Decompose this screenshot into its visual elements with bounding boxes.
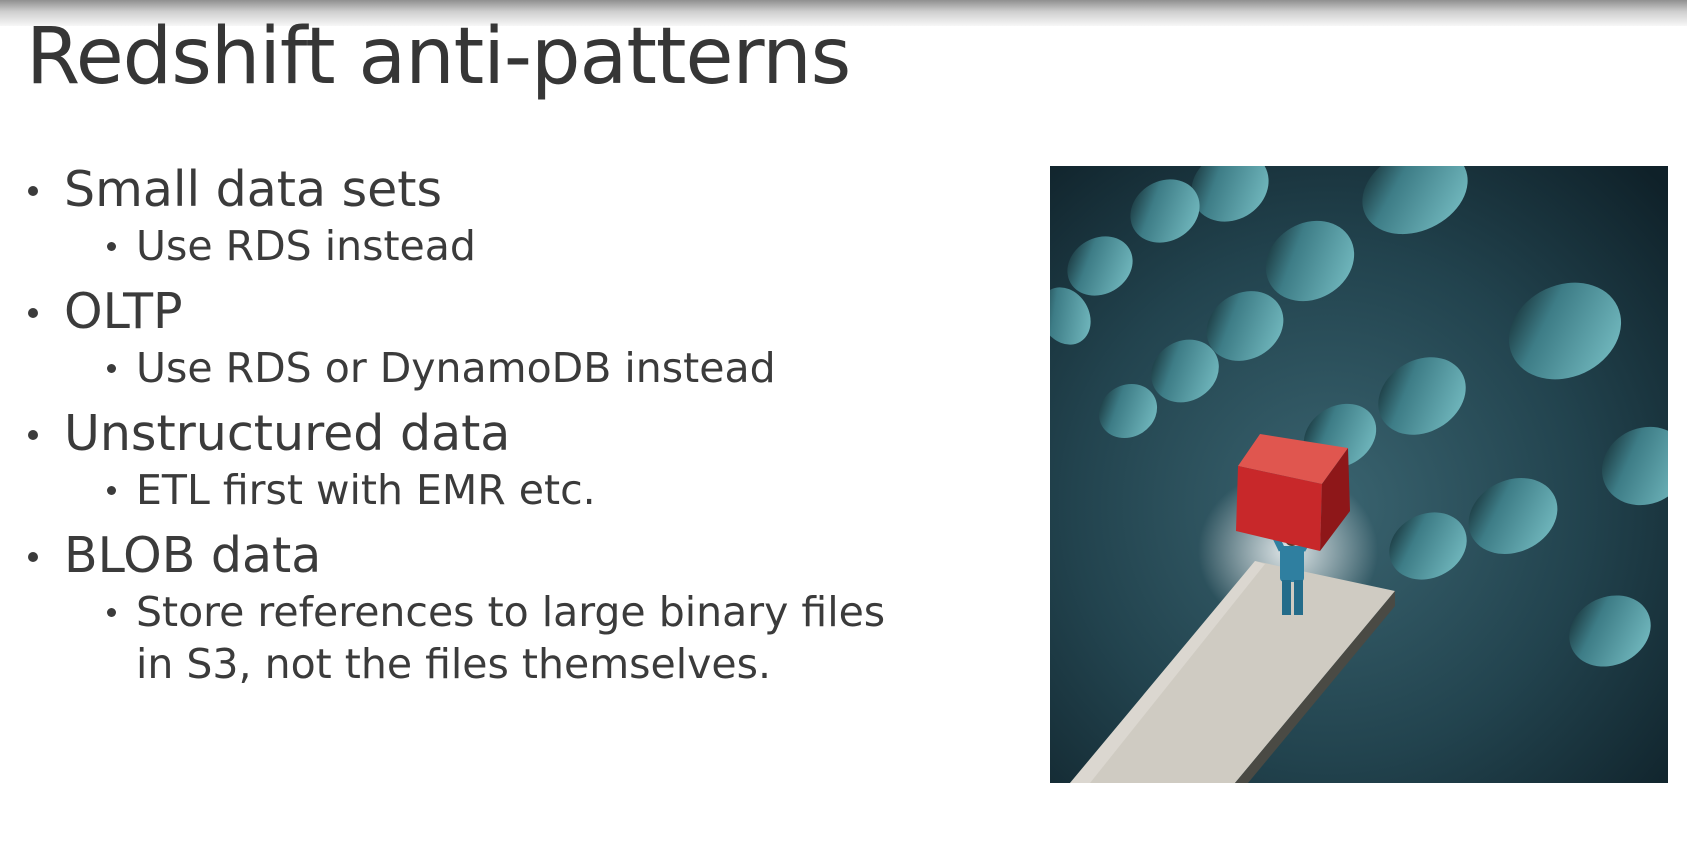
bullet-text: Small data sets xyxy=(64,161,443,218)
bullet-text: BLOB data xyxy=(64,527,322,584)
sub-bullet-item: Use RDS instead xyxy=(64,220,926,272)
bullet-text: OLTP xyxy=(64,283,183,340)
sub-bullet-text: Store references to large binary files i… xyxy=(136,588,886,688)
sub-bullet-list: Use RDS or DynamoDB instead xyxy=(64,342,926,394)
sub-bullet-dot xyxy=(107,364,116,373)
bullet-list: Small data sets Use RDS instead OLTP Use… xyxy=(26,160,926,700)
bullet-dot xyxy=(28,308,38,318)
sub-bullet-list: Store references to large binary files i… xyxy=(64,586,926,690)
bullet-item: OLTP Use RDS or DynamoDB instead xyxy=(26,282,926,394)
bullet-dot xyxy=(28,186,38,196)
bullet-dot xyxy=(28,552,38,562)
illustration-svg xyxy=(1050,166,1668,783)
bullet-dot xyxy=(28,430,38,440)
sub-bullet-dot xyxy=(107,242,116,251)
sub-bullet-item: Use RDS or DynamoDB instead xyxy=(64,342,926,394)
slide-title: Redshift anti-patterns xyxy=(26,12,851,102)
bullet-item: Small data sets Use RDS instead xyxy=(26,160,926,272)
sub-bullet-text: Use RDS or DynamoDB instead xyxy=(136,344,776,392)
sub-bullet-list: Use RDS instead xyxy=(64,220,926,272)
sub-bullet-item: ETL first with EMR etc. xyxy=(64,464,926,516)
wall-background xyxy=(1050,166,1668,783)
sub-bullet-dot xyxy=(107,608,116,617)
bullet-text: Unstructured data xyxy=(64,405,511,462)
sub-bullet-dot xyxy=(107,486,116,495)
bullet-item: BLOB data Store references to large bina… xyxy=(26,526,926,690)
sub-bullet-list: ETL first with EMR etc. xyxy=(64,464,926,516)
sub-bullet-item: Store references to large binary files i… xyxy=(64,586,926,690)
sub-bullet-text: ETL first with EMR etc. xyxy=(136,466,596,514)
bullet-item: Unstructured data ETL first with EMR etc… xyxy=(26,404,926,516)
sub-bullet-text: Use RDS instead xyxy=(136,222,476,270)
red-cube xyxy=(1236,434,1350,551)
illustration-image xyxy=(1050,166,1668,783)
